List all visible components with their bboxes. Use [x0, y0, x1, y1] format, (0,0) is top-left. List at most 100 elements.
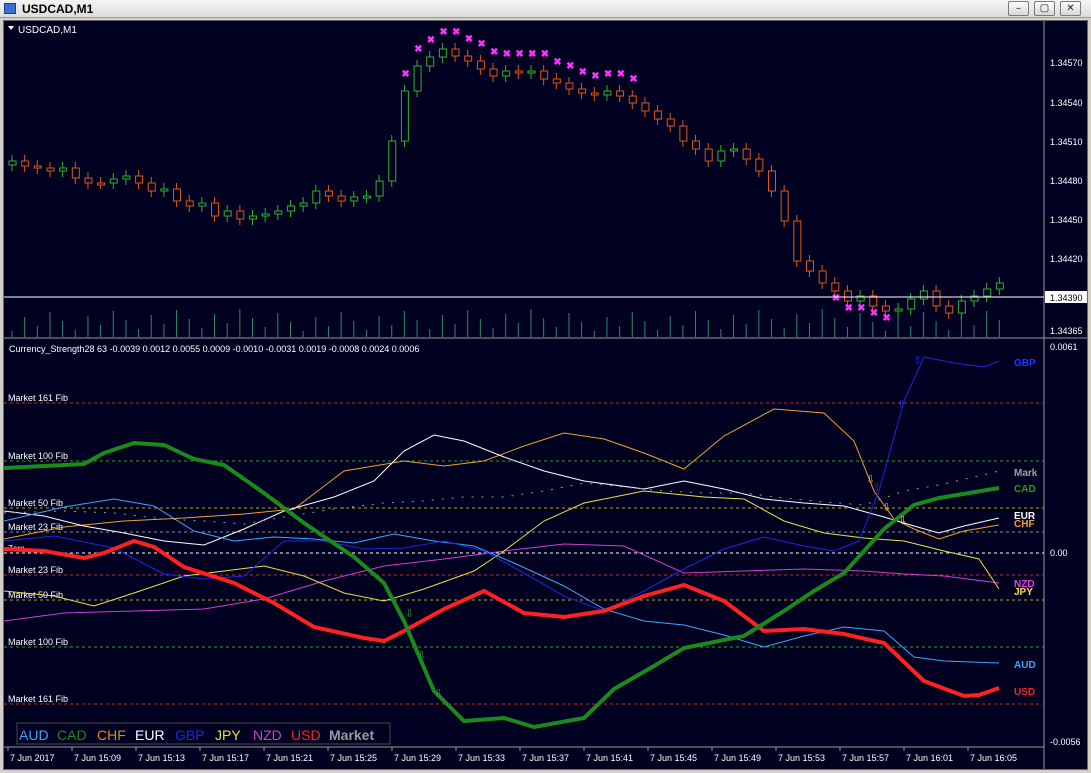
indicator-scale-zero: 0.00	[1050, 548, 1068, 558]
fib-label: Market 161 Fib	[8, 393, 68, 403]
current-price-label: 1.34390	[1050, 293, 1083, 303]
time-label: 7 Jun 16:01	[906, 753, 953, 763]
signal-marker-icon: ✖	[503, 49, 511, 60]
time-label: 7 Jun 15:53	[778, 753, 825, 763]
down-arrow-icon: ⇩	[898, 515, 907, 527]
price-level: 1.34540	[1050, 98, 1083, 108]
time-label: 7 Jun 15:57	[842, 753, 889, 763]
price-scale: 1.34570 1.34540 1.34510 1.34480 1.34450 …	[1045, 58, 1087, 336]
candle-body	[324, 190, 333, 197]
chf-line	[4, 408, 1000, 540]
candle-body	[337, 195, 346, 202]
signal-markers: ✖ ✖ ✖ ✖ ✖ ✖ ✖ ✖ ✖ ✖ ✖ ✖ ✖ ✖ ✖ ✖ ✖ ✖ ✖ ✖ ✖ ✖ ✖ ✖	[401, 27, 890, 324]
candle-body	[261, 213, 270, 217]
time-label: 7 Jun 15:29	[394, 753, 441, 763]
legend-eur: EUR	[135, 727, 165, 743]
candle-body	[666, 118, 675, 127]
legend-aud: AUD	[19, 727, 49, 743]
signal-marker-icon: ✖	[857, 303, 865, 314]
candle-body	[565, 82, 574, 90]
signal-marker-icon: ✖	[465, 34, 473, 45]
signal-marker-icon: ✖	[541, 49, 549, 60]
minimize-button[interactable]: –	[1008, 1, 1029, 16]
candle-body	[818, 270, 827, 284]
time-label: 7 Jun 15:21	[266, 753, 313, 763]
candle-body	[71, 167, 80, 179]
chart-menu-triangle-icon[interactable]	[8, 26, 14, 30]
time-label: 7 Jun 16:05	[970, 753, 1017, 763]
candle-body	[502, 70, 511, 77]
candle-body	[489, 68, 498, 77]
legend-market: Market	[329, 727, 374, 743]
signal-marker-icon: ✖	[490, 47, 498, 58]
candle-body	[21, 160, 30, 167]
signal-marker-icon: ✖	[439, 27, 447, 38]
candle-body	[641, 102, 650, 112]
candle-body	[312, 190, 321, 204]
candle-body	[362, 195, 371, 199]
time-label: 7 Jun 15:41	[586, 753, 633, 763]
price-level: 1.34420	[1050, 254, 1083, 264]
candle-body	[8, 160, 17, 166]
restore-button[interactable]: ▢	[1034, 1, 1055, 16]
signal-marker-icon: ✖	[579, 67, 587, 78]
candle-body	[185, 200, 194, 207]
candle-body	[375, 180, 384, 197]
indicator-scale-min: -0.0056	[1050, 737, 1081, 747]
candle-body	[438, 48, 447, 58]
market-line	[4, 470, 1000, 525]
candle-body	[805, 260, 814, 272]
candle-body	[540, 70, 549, 80]
chart-area[interactable]: ✖ ✖ ✖ ✖ ✖ ✖ ✖ ✖ ✖ ✖ ✖ ✖ ✖ ✖ ✖ ✖ ✖ ✖ ✖ ✖ ✖ ✖ ✖ ✖ USDCAD,M1 1.345…	[3, 20, 1088, 770]
fib-label: Market 50 Fib	[8, 590, 63, 600]
candle-body	[603, 90, 612, 96]
candle-body	[831, 282, 840, 292]
chart-canvas[interactable]: ✖ ✖ ✖ ✖ ✖ ✖ ✖ ✖ ✖ ✖ ✖ ✖ ✖ ✖ ✖ ✖ ✖ ✖ ✖ ✖ ✖ ✖ ✖ ✖ USDCAD,M1 1.345…	[4, 21, 1087, 769]
legend-usd: USD	[291, 727, 321, 743]
time-axis: 7 Jun 2017 7 Jun 15:09 7 Jun 15:13 7 Jun 15…	[7, 747, 1017, 763]
price-level: 1.34570	[1050, 58, 1083, 68]
time-label: 7 Jun 15:13	[138, 753, 185, 763]
candle-body	[97, 182, 106, 186]
signal-marker-icon: ✖	[414, 44, 422, 55]
candle-body	[957, 300, 966, 314]
candle-body	[451, 48, 460, 57]
candle-body	[236, 210, 245, 220]
candle-body	[211, 202, 220, 217]
signal-marker-icon: ✖	[401, 69, 409, 80]
candle-body	[692, 140, 701, 150]
time-label: 7 Jun 15:45	[650, 753, 697, 763]
candle-body	[59, 167, 68, 172]
signal-marker-icon: ✖	[882, 313, 890, 324]
price-level: 1.34480	[1050, 176, 1083, 186]
fib-label: Market 50 Fib	[8, 498, 63, 508]
series-label-aud: AUD	[1014, 660, 1036, 671]
candle-body	[755, 158, 764, 172]
candle-body	[388, 140, 397, 182]
down-arrow-icon: ⇩	[417, 650, 426, 662]
time-label: 7 Jun 15:09	[74, 753, 121, 763]
legend-jpy: JPY	[215, 727, 241, 743]
candle-body	[464, 55, 473, 62]
candle-body	[995, 282, 1004, 290]
candle-body	[894, 308, 903, 312]
candle-body	[198, 202, 207, 207]
candle-body	[730, 148, 739, 152]
signal-marker-icon: ✖	[553, 57, 561, 68]
signal-marker-icon: ✖	[870, 308, 878, 319]
candle-body	[249, 215, 258, 220]
candle-body	[590, 92, 599, 96]
candle-body	[679, 125, 688, 142]
candle-body	[793, 220, 802, 262]
signal-marker-icon: ✖	[617, 69, 625, 80]
series-label-usd: USD	[1014, 687, 1035, 698]
close-button[interactable]: ✕	[1060, 1, 1081, 16]
series-label-gbp: GBP	[1014, 358, 1036, 369]
signal-marker-icon: ✖	[452, 27, 460, 38]
legend-nzd: NZD	[253, 727, 282, 743]
fib-label: Market 23 Fib	[8, 522, 63, 532]
candle-body	[654, 110, 663, 120]
series-label-chf: CHF	[1014, 519, 1035, 530]
signal-marker-icon: ✖	[477, 39, 485, 50]
time-label: 7 Jun 15:37	[522, 753, 569, 763]
